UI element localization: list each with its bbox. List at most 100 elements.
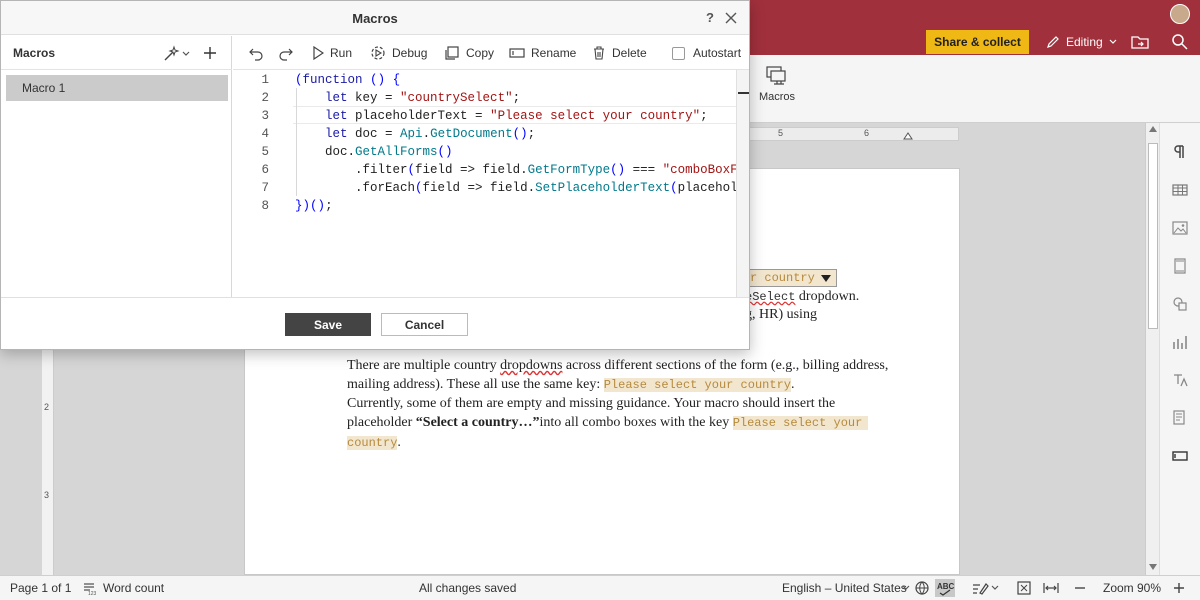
scroll-down-icon[interactable]: [1149, 564, 1157, 570]
ai-macro-button[interactable]: [162, 44, 194, 64]
magic-wand-icon: [164, 45, 180, 61]
line-number: 1: [261, 73, 269, 87]
undo-icon[interactable]: [248, 45, 264, 61]
svg-text:ABC: ABC: [937, 582, 955, 591]
code-line[interactable]: 7 .forEach(field => field.SetPlaceholder…: [233, 179, 749, 197]
code-text[interactable]: let key = "countrySelect";: [295, 89, 520, 107]
fit-width-icon[interactable]: [1043, 580, 1059, 596]
ruler-mark: 3: [44, 490, 50, 500]
language-selector[interactable]: English – United States: [782, 581, 907, 595]
doc-paragraph-line: country.: [347, 433, 401, 453]
line-number: 7: [261, 181, 269, 195]
word-count-button[interactable]: Word count: [103, 581, 164, 595]
line-number: 6: [261, 163, 269, 177]
code-scrollbar-thumb[interactable]: [738, 92, 749, 94]
page-indicator[interactable]: Page 1 of 1: [10, 581, 71, 595]
rename-label: Rename: [531, 46, 577, 60]
autostart-checkbox[interactable]: Autostart: [672, 45, 741, 61]
code-editor[interactable]: 1 (function () {2 let key = "countrySelec…: [233, 70, 749, 297]
image-settings-icon[interactable]: [1171, 219, 1189, 237]
run-button[interactable]: Run: [312, 45, 352, 61]
chart-settings-icon[interactable]: [1171, 333, 1189, 351]
debug-button[interactable]: Debug: [370, 45, 427, 61]
open-file-location-icon[interactable]: [1130, 32, 1150, 52]
macros-dialog: Macros ? Macros Macro 1 Run Debug Copy R…: [0, 0, 750, 350]
vertical-scrollbar[interactable]: [1145, 123, 1159, 575]
vertical-ruler[interactable]: 2 3: [42, 350, 54, 575]
zoom-level[interactable]: Zoom 90%: [1103, 581, 1161, 595]
dialog-footer: Save Cancel: [1, 297, 749, 349]
code-text[interactable]: .filter(field => field.GetFormType() ===…: [295, 161, 749, 179]
share-collect-button[interactable]: Share & collect: [926, 30, 1029, 54]
zoom-out-icon[interactable]: [1073, 580, 1087, 596]
debug-label: Debug: [392, 46, 428, 60]
code-line[interactable]: 3 let placeholderText = "Please select y…: [233, 107, 749, 125]
form-settings-icon[interactable]: [1171, 447, 1189, 465]
code-text[interactable]: (function () {: [295, 71, 400, 89]
code-text[interactable]: doc.GetAllForms(): [295, 143, 453, 161]
code-line[interactable]: 8})();: [233, 197, 749, 215]
header-footer-settings-icon[interactable]: [1171, 257, 1189, 275]
checkbox[interactable]: [672, 46, 685, 60]
code-text[interactable]: let doc = Api.GetDocument();: [295, 125, 535, 143]
add-macro-icon[interactable]: [201, 44, 219, 62]
line-number: 2: [261, 91, 269, 105]
doc-paragraph-line: mailing address). These all use the same…: [347, 375, 794, 395]
code-text[interactable]: })();: [295, 197, 333, 215]
macro-list-item[interactable]: Macro 1: [6, 75, 228, 101]
copy-button[interactable]: Copy: [444, 45, 494, 61]
doc-code-fragment: Please select your: [732, 416, 869, 430]
close-icon[interactable]: [724, 11, 738, 25]
code-text[interactable]: let placeholderText = "Please select you…: [295, 107, 708, 125]
help-button[interactable]: ?: [706, 10, 714, 25]
spell-check-icon[interactable]: ABC: [935, 579, 955, 597]
indent-marker-icon[interactable]: [903, 131, 913, 140]
scrollbar-thumb[interactable]: [1148, 143, 1158, 329]
macros-ribbon-button[interactable]: Macros: [752, 63, 802, 119]
zoom-in-icon[interactable]: [1172, 580, 1186, 596]
table-settings-icon[interactable]: [1171, 181, 1189, 199]
user-avatar[interactable]: [1170, 4, 1190, 24]
chevron-down-icon[interactable]: [991, 585, 999, 591]
dialog-title[interactable]: Macros: [1, 1, 749, 35]
debug-icon: [371, 46, 385, 60]
doc-code-fragment: eSelect: [745, 290, 796, 304]
word-count-icon[interactable]: 123: [82, 581, 96, 595]
status-bar: Page 1 of 1 123 Word count All changes s…: [0, 575, 1200, 600]
doc-bold-fragment: “Select a country…”: [415, 415, 540, 430]
delete-button[interactable]: Delete: [592, 45, 647, 61]
code-line[interactable]: 2 let key = "countrySelect";: [233, 89, 749, 107]
horizontal-ruler[interactable]: 5 6: [744, 127, 959, 141]
doc-paragraph-line: There are multiple country dropdowns acr…: [347, 356, 888, 375]
text-art-settings-icon[interactable]: [1171, 371, 1189, 389]
code-line[interactable]: 6 .filter(field => field.GetFormType() =…: [233, 161, 749, 179]
document-language-icon[interactable]: [914, 580, 930, 596]
cancel-button[interactable]: Cancel: [381, 313, 468, 336]
ruler-mark: 5: [778, 128, 784, 138]
combo-box-form-field[interactable]: r country: [745, 269, 837, 287]
search-icon[interactable]: [1170, 32, 1190, 52]
delete-label: Delete: [612, 46, 647, 60]
code-line[interactable]: 4 let doc = Api.GetDocument();: [233, 125, 749, 143]
paragraph-settings-icon[interactable]: [1171, 143, 1189, 161]
macros-list-pane: Macros Macro 1: [1, 36, 232, 297]
chevron-down-icon[interactable]: [902, 585, 910, 591]
code-text[interactable]: .forEach(field => field.SetPlaceholderTe…: [295, 179, 749, 197]
track-changes-icon[interactable]: [971, 580, 989, 596]
doc-text-fragment: across different sections of the form (e…: [562, 358, 889, 373]
ruler-mark: 2: [44, 402, 50, 412]
fit-page-icon[interactable]: [1016, 580, 1032, 596]
copy-icon: [445, 46, 459, 60]
line-number: 5: [261, 145, 269, 159]
redo-icon[interactable]: [278, 45, 294, 61]
save-button[interactable]: Save: [285, 313, 371, 336]
mail-merge-icon[interactable]: [1171, 409, 1189, 427]
code-line[interactable]: 1 (function () {: [233, 71, 749, 89]
scroll-up-icon[interactable]: [1149, 126, 1157, 132]
shape-settings-icon[interactable]: [1171, 295, 1189, 313]
code-line[interactable]: 5 doc.GetAllForms(): [233, 143, 749, 161]
code-scrollbar[interactable]: [736, 70, 749, 297]
editing-mode-dropdown[interactable]: Editing: [1046, 34, 1117, 50]
svg-text:123: 123: [88, 591, 96, 595]
rename-button[interactable]: Rename: [509, 45, 576, 61]
